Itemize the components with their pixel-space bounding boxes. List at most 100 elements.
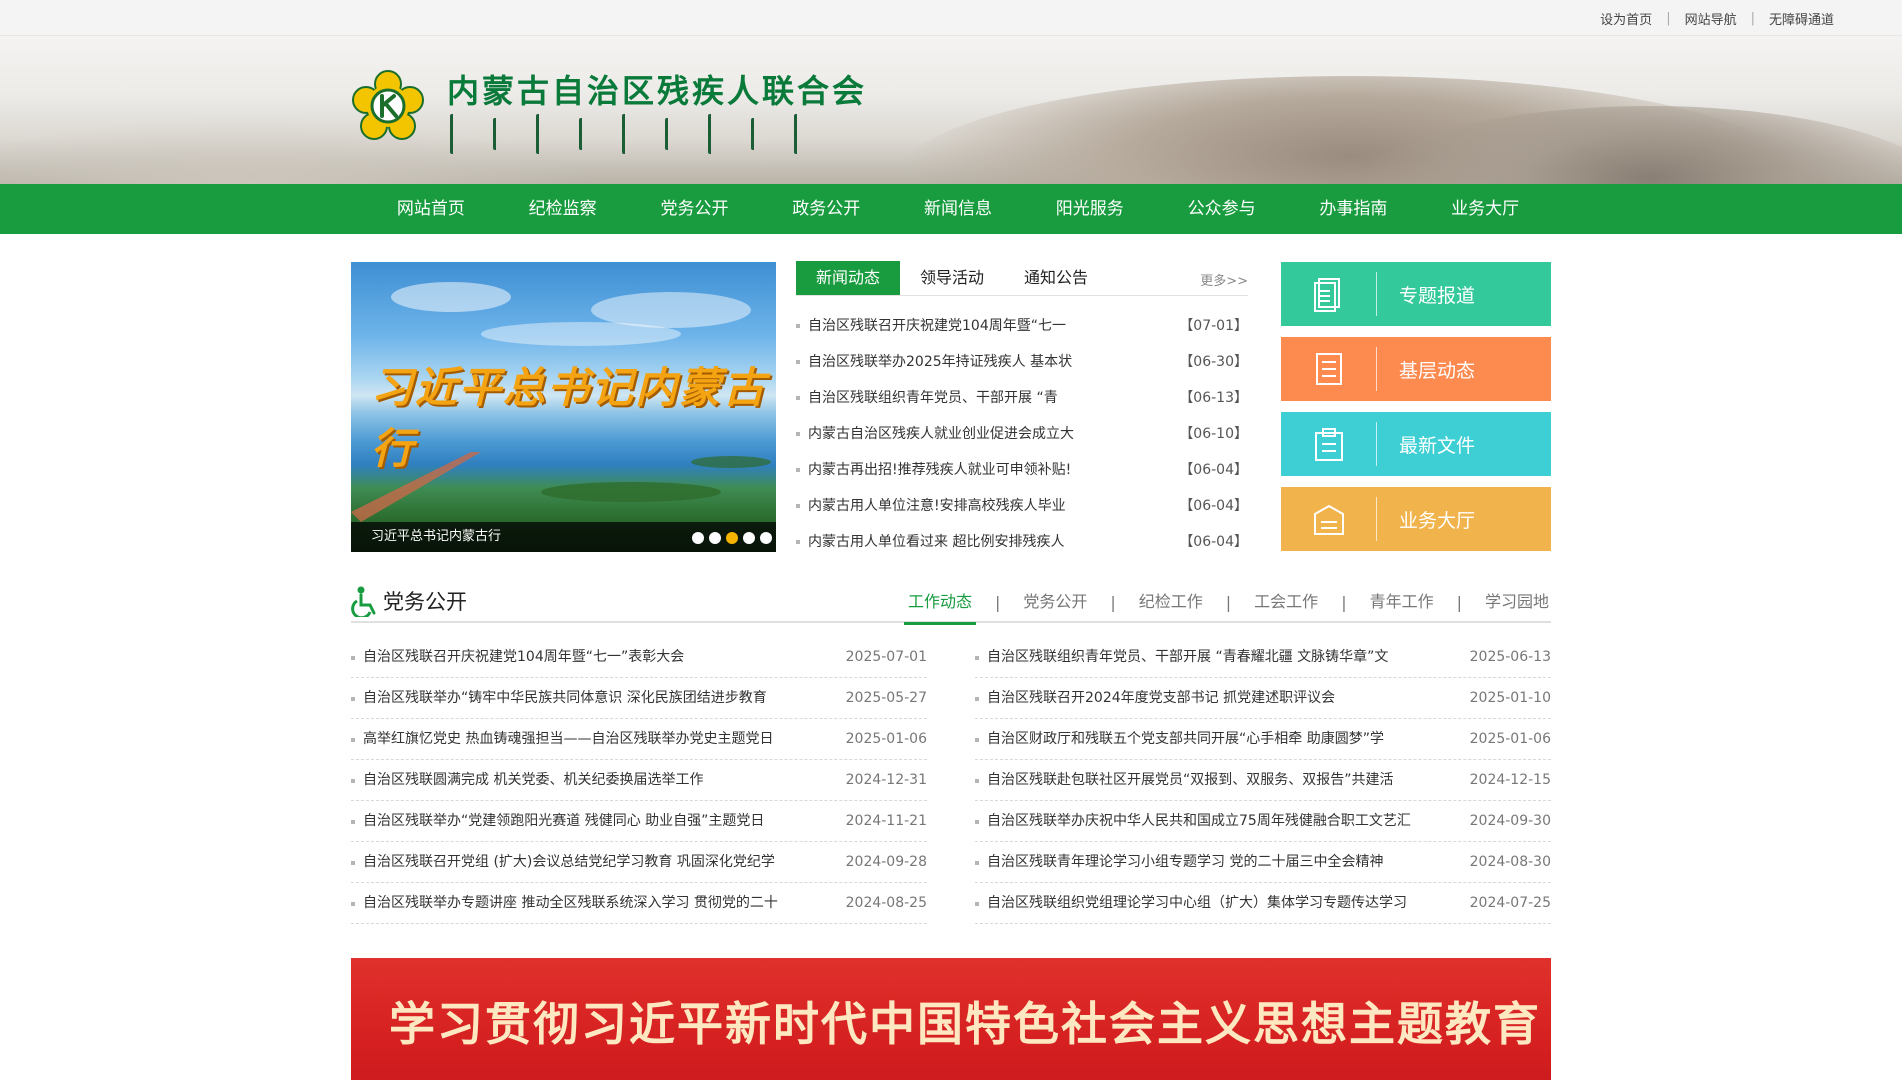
banner-text: 学习贯彻习近平新时代中国特色社会主义思想主题教育 <box>389 997 1541 1051</box>
news-item-date: 【06-04】 <box>1179 462 1248 478</box>
quick-link-label: 最新文件 <box>1399 434 1476 457</box>
nav-item[interactable]: 纪检监察 <box>497 184 629 234</box>
party-item-title[interactable]: 自治区残联召开2024年度党支部书记 抓党建述职评议会 <box>987 678 1335 718</box>
slider-dot[interactable] <box>692 532 704 544</box>
nav-item[interactable]: 阳光服务 <box>1024 184 1156 234</box>
quick-link-3[interactable]: 最新文件 <box>1281 412 1551 476</box>
quick-links: 专题报道基层动态最新文件业务大厅 <box>1281 262 1551 562</box>
news-item-title[interactable]: 内蒙古用人单位注意!安排高校残疾人毕业 <box>808 488 1066 524</box>
party-item-date: 2024-09-30 <box>1469 813 1551 829</box>
news-item-title[interactable]: 内蒙古再出招!推荐残疾人就业可申领补贴! <box>808 452 1071 488</box>
party-item-title[interactable]: 自治区残联召开党组 (扩大)会议总结党纪学习教育 巩固深化党纪学 <box>363 842 775 882</box>
news-tab[interactable]: 通知公告 <box>1004 261 1108 295</box>
tab-separator: | <box>1341 592 1347 612</box>
slider-dot[interactable] <box>743 532 755 544</box>
party-item[interactable]: 自治区残联召开2024年度党支部书记 抓党建述职评议会 2025-01-10 <box>975 678 1551 719</box>
nav-item[interactable]: 公众参与 <box>1156 184 1288 234</box>
party-item[interactable]: 自治区残联组织青年党员、干部开展 “青春耀北疆 文脉铸华章”文 2025-06-1… <box>975 637 1551 678</box>
slider-dot[interactable] <box>709 532 721 544</box>
news-item[interactable]: 内蒙古用人单位看过来 超比例安排残疾人 【06-04】 <box>796 524 1248 560</box>
party-item-title[interactable]: 自治区残联组织党组理论学习中心组（扩大）集体学习专题传达学习 <box>987 883 1407 923</box>
section-tab[interactable]: 纪检工作 <box>1137 581 1205 623</box>
party-item-title[interactable]: 自治区残联举办庆祝中华人民共和国成立75周年残健融合职工文艺汇 <box>987 801 1411 841</box>
party-item-title[interactable]: 自治区残联举办“党建领跑阳光赛道 残健同心 助业自强”主题党日 <box>363 801 764 841</box>
nav-item[interactable]: 党务公开 <box>629 184 761 234</box>
party-item-title[interactable]: 自治区财政厅和残联五个党支部共同开展“心手相牵 助康圆梦”学 <box>987 719 1384 759</box>
section-tab[interactable]: 学习园地 <box>1483 581 1551 623</box>
image-slider[interactable]: 习近平总书记内蒙古行 习近平总书记内蒙古行 <box>351 262 776 552</box>
section-title: 党务公开 <box>383 590 467 614</box>
set-homepage-link[interactable]: 设为首页 <box>1600 9 1652 28</box>
top-separator: | <box>1750 10 1755 26</box>
news-item-title[interactable]: 自治区残联召开庆祝建党104周年暨“七一 <box>808 308 1066 344</box>
header-banner: 内蒙古自治区残疾人联合会 <box>0 36 1902 184</box>
accessibility-link[interactable]: 无障碍通道 <box>1769 9 1834 28</box>
party-item[interactable]: 自治区残联组织党组理论学习中心组（扩大）集体学习专题传达学习 2024-07-25 <box>975 883 1551 924</box>
party-item[interactable]: 自治区残联举办“党建领跑阳光赛道 残健同心 助业自强”主题党日 2024-11-2… <box>351 801 927 842</box>
nav-item[interactable]: 政务公开 <box>760 184 892 234</box>
slider-dot[interactable] <box>760 532 772 544</box>
party-item-date: 2024-09-28 <box>845 854 927 870</box>
document-icon <box>1281 272 1377 316</box>
nav-item[interactable]: 办事指南 <box>1287 184 1419 234</box>
party-item[interactable]: 自治区残联召开庆祝建党104周年暨“七一”表彰大会 2025-07-01 <box>351 637 927 678</box>
party-item-title[interactable]: 自治区残联组织青年党员、干部开展 “青春耀北疆 文脉铸华章”文 <box>987 637 1388 677</box>
party-item-date: 2024-08-30 <box>1469 854 1551 870</box>
site-navigation-link[interactable]: 网站导航 <box>1685 9 1737 28</box>
party-item-title[interactable]: 自治区残联青年理论学习小组专题学习 党的二十届三中全会精神 <box>987 842 1383 882</box>
more-link[interactable]: 更多>> <box>1200 270 1248 289</box>
party-item[interactable]: 自治区残联举办专题讲座 推动全区残联系统深入学习 贯彻党的二十 2024-08-2… <box>351 883 927 924</box>
section-tab[interactable]: 青年工作 <box>1368 581 1436 623</box>
party-item[interactable]: 自治区残联举办“铸牢中华民族共同体意识 深化民族团结进步教育 2025-05-27 <box>351 678 927 719</box>
quick-link-1[interactable]: 专题报道 <box>1281 262 1551 326</box>
nav-item[interactable]: 业务大厅 <box>1419 184 1551 234</box>
news-item-title[interactable]: 自治区残联举办2025年持证残疾人 基本状 <box>808 344 1072 380</box>
nav-item[interactable]: 网站首页 <box>365 184 497 234</box>
party-item[interactable]: 自治区残联圆满完成 机关党委、机关纪委换届选举工作 2024-12-31 <box>351 760 927 801</box>
news-item[interactable]: 内蒙古自治区残疾人就业创业促进会成立大 【06-10】 <box>796 416 1248 452</box>
news-item[interactable]: 内蒙古用人单位注意!安排高校残疾人毕业 【06-04】 <box>796 488 1248 524</box>
news-item-title[interactable]: 内蒙古自治区残疾人就业创业促进会成立大 <box>808 416 1074 452</box>
party-item[interactable]: 自治区残联赴包联社区开展党员“双报到、双服务、双报告”共建活 2024-12-15 <box>975 760 1551 801</box>
news-item[interactable]: 自治区残联召开庆祝建党104周年暨“七一 【07-01】 <box>796 308 1248 344</box>
news-tab[interactable]: 领导活动 <box>900 261 1004 295</box>
quick-link-4[interactable]: 业务大厅 <box>1281 487 1551 551</box>
main-content: 习近平总书记内蒙古行 习近平总书记内蒙古行 新闻动态 领导活动 通知公告 更多>> 自… <box>351 234 1551 1080</box>
news-item-title[interactable]: 内蒙古用人单位看过来 超比例安排残疾人 <box>808 524 1064 560</box>
party-item-date: 2024-07-25 <box>1469 895 1551 911</box>
party-item[interactable]: 自治区残联举办庆祝中华人民共和国成立75周年残健融合职工文艺汇 2024-09-3… <box>975 801 1551 842</box>
tab-separator: | <box>1225 592 1232 612</box>
news-item-date: 【06-10】 <box>1179 426 1248 442</box>
nav-item[interactable]: 新闻信息 <box>892 184 1024 234</box>
news-list: 自治区残联召开庆祝建党104周年暨“七一 【07-01】 自治区残联举办2025年持… <box>796 308 1248 560</box>
party-item[interactable]: 高举红旗忆党史 热血铸魂强担当——自治区残联举办党史主题党日 2025-01-06 <box>351 719 927 760</box>
section-tab[interactable]: 工作动态 <box>903 581 976 625</box>
party-item[interactable]: 自治区残联召开党组 (扩大)会议总结党纪学习教育 巩固深化党纪学 2024-09-… <box>351 842 927 883</box>
slider-dot[interactable] <box>726 532 738 544</box>
section-tab[interactable]: 党务公开 <box>1021 581 1089 623</box>
party-item[interactable]: 自治区财政厅和残联五个党支部共同开展“心手相牵 助康圆梦”学 2025-01-06 <box>975 719 1551 760</box>
news-item[interactable]: 自治区残联举办2025年持证残疾人 基本状 【06-30】 <box>796 344 1248 380</box>
news-tab[interactable]: 新闻动态 <box>796 261 901 295</box>
party-item-title[interactable]: 自治区残联赴包联社区开展党员“双报到、双服务、双报告”共建活 <box>987 760 1394 800</box>
top-bar: 设为首页 | 网站导航 | 无障碍通道 <box>0 0 1902 36</box>
party-item-date: 2024-11-21 <box>845 813 927 829</box>
news-item-title[interactable]: 自治区残联组织青年党员、干部开展 “青 <box>808 380 1058 416</box>
federation-logo-icon[interactable] <box>352 70 424 142</box>
news-panel: 新闻动态 领导活动 通知公告 更多>> 自治区残联召开庆祝建党104周年暨“七一 【07… <box>796 261 1248 560</box>
party-item-title[interactable]: 自治区残联召开庆祝建党104周年暨“七一”表彰大会 <box>363 637 684 677</box>
theme-education-banner[interactable]: 学习贯彻习近平新时代中国特色社会主义思想主题教育 <box>351 958 1551 1080</box>
tab-separator: | <box>1110 592 1116 612</box>
section-tab[interactable]: 工会工作 <box>1252 581 1320 623</box>
wheelchair-icon <box>351 586 376 617</box>
news-item[interactable]: 自治区残联组织青年党员、干部开展 “青 【06-13】 <box>796 380 1248 416</box>
news-item-date: 【06-04】 <box>1179 534 1248 550</box>
party-item-title[interactable]: 自治区残联举办“铸牢中华民族共同体意识 深化民族团结进步教育 <box>363 678 767 718</box>
quick-link-2[interactable]: 基层动态 <box>1281 337 1551 401</box>
mongolian-script-title <box>450 114 800 154</box>
party-item[interactable]: 自治区残联青年理论学习小组专题学习 党的二十届三中全会精神 2024-08-30 <box>975 842 1551 883</box>
party-item-title[interactable]: 高举红旗忆党史 热血铸魂强担当——自治区残联举办党史主题党日 <box>363 719 773 759</box>
party-item-title[interactable]: 自治区残联圆满完成 机关党委、机关纪委换届选举工作 <box>363 760 703 800</box>
news-item[interactable]: 内蒙古再出招!推荐残疾人就业可申领补贴! 【06-04】 <box>796 452 1248 488</box>
party-item-title[interactable]: 自治区残联举办专题讲座 推动全区残联系统深入学习 贯彻党的二十 <box>363 883 778 923</box>
